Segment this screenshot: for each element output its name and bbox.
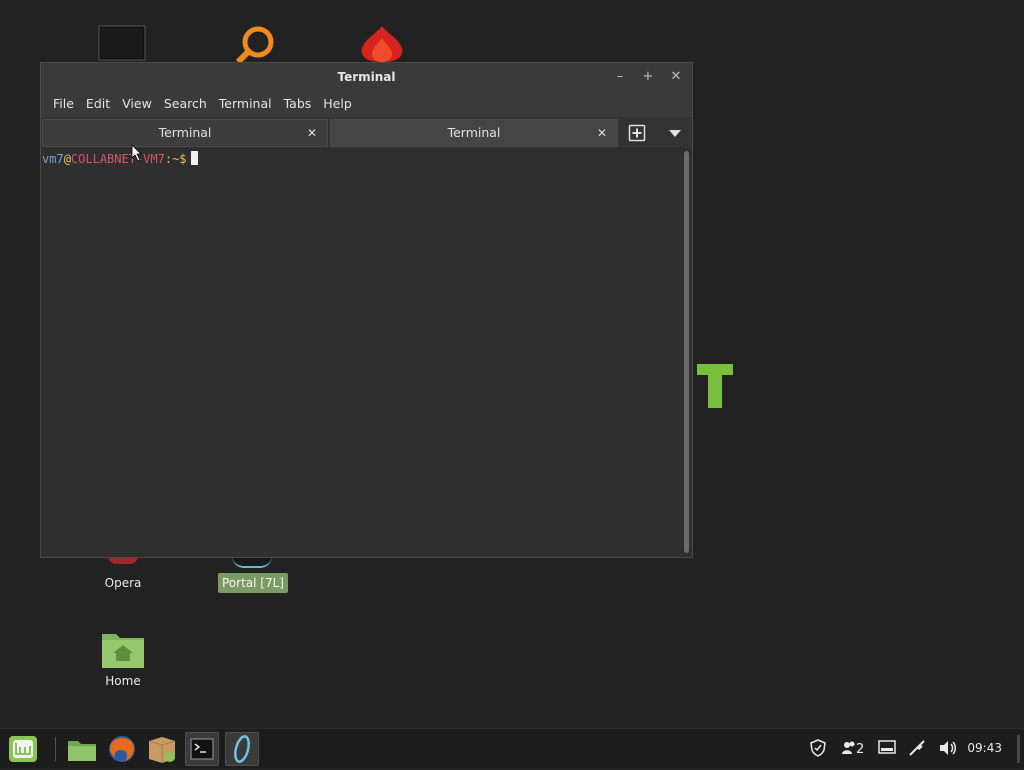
tab-terminal-1[interactable]: Terminal ✕	[42, 119, 328, 147]
network-tray[interactable]	[908, 739, 926, 761]
close-button[interactable]: ✕	[666, 63, 686, 91]
terminal-window: Terminal – + ✕ File Edit View Search Ter…	[40, 62, 693, 558]
speaker-icon	[940, 741, 956, 755]
home-folder-icon	[102, 634, 144, 668]
tab-list-dropdown[interactable]	[663, 121, 687, 145]
tab-close-icon[interactable]: ✕	[307, 120, 317, 146]
tab-label: Terminal	[158, 125, 212, 140]
portal-desktop-icon[interactable]: Portal [7L]	[208, 556, 298, 593]
search-tool-desktop-icon[interactable]	[232, 22, 278, 65]
menu-bar: File Edit View Search Terminal Tabs Help	[41, 91, 692, 117]
desktop-icon-label: Opera	[104, 576, 142, 590]
opera-desktop-icon[interactable]: Opera	[78, 556, 168, 593]
menu-terminal[interactable]: Terminal	[213, 91, 278, 117]
maximize-button[interactable]: +	[638, 63, 658, 91]
window-titlebar[interactable]: Terminal – + ✕	[41, 63, 692, 91]
notifications-tray[interactable]: 2	[842, 740, 864, 757]
users-icon	[842, 741, 855, 754]
prompt-user: vm7	[42, 152, 64, 166]
menu-button[interactable]	[6, 732, 40, 766]
shield-icon	[810, 739, 826, 757]
shell-prompt: vm7@COLLABNET-VM7:~$	[42, 151, 198, 167]
minimize-button[interactable]: –	[610, 63, 630, 91]
window-title: Terminal	[337, 70, 396, 84]
menu-edit[interactable]: Edit	[80, 91, 116, 117]
t-logo-desktop-icon[interactable]	[695, 362, 737, 410]
terminal-output-area[interactable]: vm7@COLLABNET-VM7:~$	[41, 149, 683, 557]
prompt-host: COLLABNET-VM7	[70, 152, 165, 166]
menu-search[interactable]: Search	[158, 91, 213, 117]
home-desktop-icon[interactable]: Home	[78, 628, 168, 691]
prompt-separator: :	[164, 152, 173, 166]
scrollbar[interactable]	[681, 149, 692, 557]
folder-icon	[68, 741, 96, 761]
scrollbar-thumb[interactable]	[684, 151, 689, 553]
show-desktop-button[interactable]	[1017, 735, 1020, 763]
magnifier-icon	[235, 26, 274, 65]
menu-file[interactable]: File	[47, 91, 80, 117]
text-cursor	[190, 151, 198, 165]
files-launcher[interactable]	[65, 732, 99, 766]
monitor-icon	[98, 25, 146, 61]
firewall-desktop-icon[interactable]	[358, 24, 406, 62]
terminal-icon	[190, 738, 214, 760]
volume-tray[interactable]	[938, 739, 958, 761]
tab-label: Terminal	[447, 125, 501, 140]
taskbar: 2 09:43	[0, 728, 1024, 768]
prompt-path: ~$	[172, 152, 187, 166]
firefox-icon	[109, 736, 135, 762]
flame-icon	[361, 26, 403, 62]
tab-terminal-2[interactable]: Terminal ✕	[330, 119, 618, 147]
mouse-pointer-icon	[131, 144, 142, 162]
tab-close-icon[interactable]: ✕	[597, 120, 607, 146]
chevron-down-icon	[669, 130, 681, 137]
package-icon	[148, 737, 176, 763]
display-tray[interactable]	[878, 739, 896, 759]
desktop-icon-label: Portal [7L]	[218, 573, 288, 593]
desktop-icon-label: Home	[105, 674, 141, 688]
taskbar-separator	[55, 737, 56, 761]
computer-desktop-icon[interactable]	[97, 24, 147, 62]
new-tab-button[interactable]	[625, 121, 649, 145]
firefox-launcher[interactable]	[105, 732, 139, 766]
notification-count: 2	[856, 742, 865, 757]
network-wired-icon	[909, 740, 925, 756]
security-shield-icon[interactable]	[809, 739, 827, 761]
portal-ring-icon	[234, 735, 250, 763]
menu-view[interactable]: View	[116, 91, 158, 117]
menu-help[interactable]: Help	[317, 91, 358, 117]
terminal-task-button[interactable]	[185, 732, 219, 766]
menu-tabs[interactable]: Tabs	[278, 91, 318, 117]
clock[interactable]: 09:43	[967, 741, 1002, 755]
package-manager-launcher[interactable]	[145, 732, 179, 766]
display-icon	[878, 740, 896, 754]
portal-task-button[interactable]	[225, 732, 259, 766]
mint-logo-icon	[9, 736, 37, 762]
t-logo-icon	[697, 364, 733, 408]
prompt-at: @	[63, 152, 71, 166]
plus-box-icon	[628, 124, 646, 142]
